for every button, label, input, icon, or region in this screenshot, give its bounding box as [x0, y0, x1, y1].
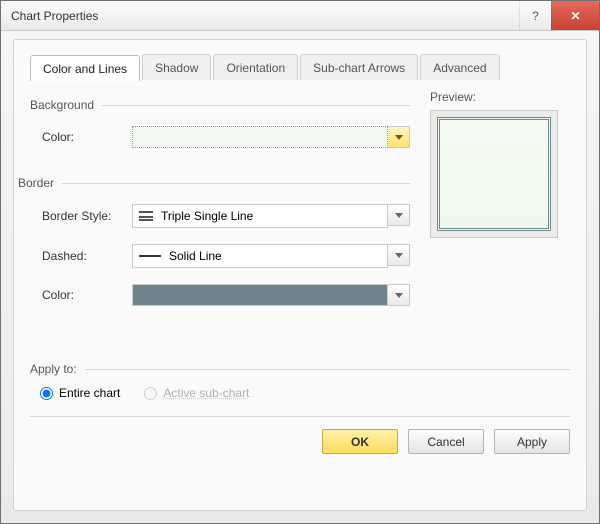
- dialog-window: Chart Properties ? ✕ Color and Lines Sha…: [0, 0, 600, 524]
- background-color-label: Color:: [42, 130, 132, 144]
- background-color-swatch[interactable]: [132, 126, 388, 148]
- radio-entire-chart-input[interactable]: [40, 387, 53, 400]
- border-dashed-dropdown-button[interactable]: [388, 244, 410, 266]
- border-dashed-combo[interactable]: Solid Line: [132, 244, 388, 268]
- group-label: Background: [30, 98, 94, 112]
- tab-shadow[interactable]: Shadow: [142, 54, 211, 80]
- border-style-dropdown-button[interactable]: [388, 204, 410, 226]
- group-label: Apply to:: [30, 362, 77, 376]
- background-color-row: Color:: [42, 126, 410, 148]
- cancel-button[interactable]: Cancel: [408, 429, 484, 454]
- tab-subchart-arrows[interactable]: Sub-chart Arrows: [300, 54, 418, 80]
- border-style-control: Triple Single Line: [132, 204, 410, 228]
- border-style-row: Border Style: Triple Single Line: [42, 204, 410, 228]
- border-color-row: Color:: [42, 284, 410, 306]
- titlebar: Chart Properties ? ✕: [1, 1, 599, 31]
- preview-column: Preview:: [430, 90, 570, 322]
- combo-value: Solid Line: [169, 249, 222, 263]
- border-dashed-control: Solid Line: [132, 244, 410, 268]
- chevron-down-icon: [395, 253, 403, 258]
- dialog-content: Color and Lines Shadow Orientation Sub-c…: [13, 39, 587, 511]
- combo-value: Triple Single Line: [161, 209, 253, 223]
- border-dashed-row: Dashed: Solid Line: [42, 244, 410, 268]
- window-title: Chart Properties: [11, 9, 519, 23]
- radio-active-subchart-input: [144, 387, 157, 400]
- button-label: Cancel: [427, 435, 464, 449]
- border-style-combo[interactable]: Triple Single Line: [132, 204, 388, 228]
- group-label: Border: [18, 176, 54, 190]
- border-color-dropdown-button[interactable]: [388, 284, 410, 306]
- chevron-down-icon: [395, 213, 403, 218]
- titlebar-buttons: ? ✕: [519, 1, 599, 30]
- separator: [85, 369, 570, 370]
- chevron-down-icon: [395, 293, 403, 298]
- tab-color-and-lines[interactable]: Color and Lines: [30, 55, 140, 81]
- tab-label: Advanced: [433, 61, 486, 75]
- border-color-control: [132, 284, 410, 306]
- separator: [62, 183, 410, 184]
- button-label: OK: [351, 435, 369, 449]
- radio-entire-chart[interactable]: Entire chart: [40, 386, 120, 400]
- preview-box: [430, 110, 558, 238]
- dialog-buttons: OK Cancel Apply: [30, 429, 570, 454]
- close-button[interactable]: ✕: [551, 1, 599, 30]
- tab-label: Color and Lines: [43, 62, 127, 76]
- preview-label: Preview:: [430, 90, 570, 104]
- close-icon: ✕: [570, 9, 580, 23]
- background-heading: Background: [30, 98, 410, 112]
- button-label: Apply: [517, 435, 547, 449]
- border-color-swatch[interactable]: [132, 284, 388, 306]
- tab-label: Orientation: [226, 61, 285, 75]
- ok-button[interactable]: OK: [322, 429, 398, 454]
- apply-to-radios: Entire chart Active sub-chart: [40, 386, 570, 400]
- preview-swatch: [437, 117, 551, 231]
- tab-label: Shadow: [155, 61, 198, 75]
- radio-label: Entire chart: [59, 386, 120, 400]
- tab-label: Sub-chart Arrows: [313, 61, 405, 75]
- border-color-label: Color:: [42, 288, 132, 302]
- tab-advanced[interactable]: Advanced: [420, 54, 499, 80]
- chevron-down-icon: [395, 135, 403, 140]
- tab-orientation[interactable]: Orientation: [213, 54, 298, 80]
- apply-to-group: Apply to: Entire chart Active sub-chart: [30, 362, 570, 400]
- help-icon: ?: [532, 9, 539, 23]
- separator: [30, 416, 570, 417]
- background-color-dropdown-button[interactable]: [388, 126, 410, 148]
- solid-line-icon: [139, 255, 161, 257]
- upper-area: Background Color: Border: [30, 90, 570, 322]
- form-column: Background Color: Border: [30, 90, 410, 322]
- separator: [102, 105, 410, 106]
- tab-strip: Color and Lines Shadow Orientation Sub-c…: [30, 54, 570, 80]
- border-style-label: Border Style:: [42, 209, 132, 223]
- help-button[interactable]: ?: [519, 1, 551, 30]
- border-heading: Border: [18, 176, 410, 190]
- apply-button[interactable]: Apply: [494, 429, 570, 454]
- radio-label: Active sub-chart: [163, 386, 249, 400]
- apply-to-heading: Apply to:: [30, 362, 570, 376]
- border-dashed-label: Dashed:: [42, 249, 132, 263]
- radio-active-subchart: Active sub-chart: [144, 386, 249, 400]
- background-color-control: [132, 126, 410, 148]
- triple-line-icon: [139, 211, 153, 221]
